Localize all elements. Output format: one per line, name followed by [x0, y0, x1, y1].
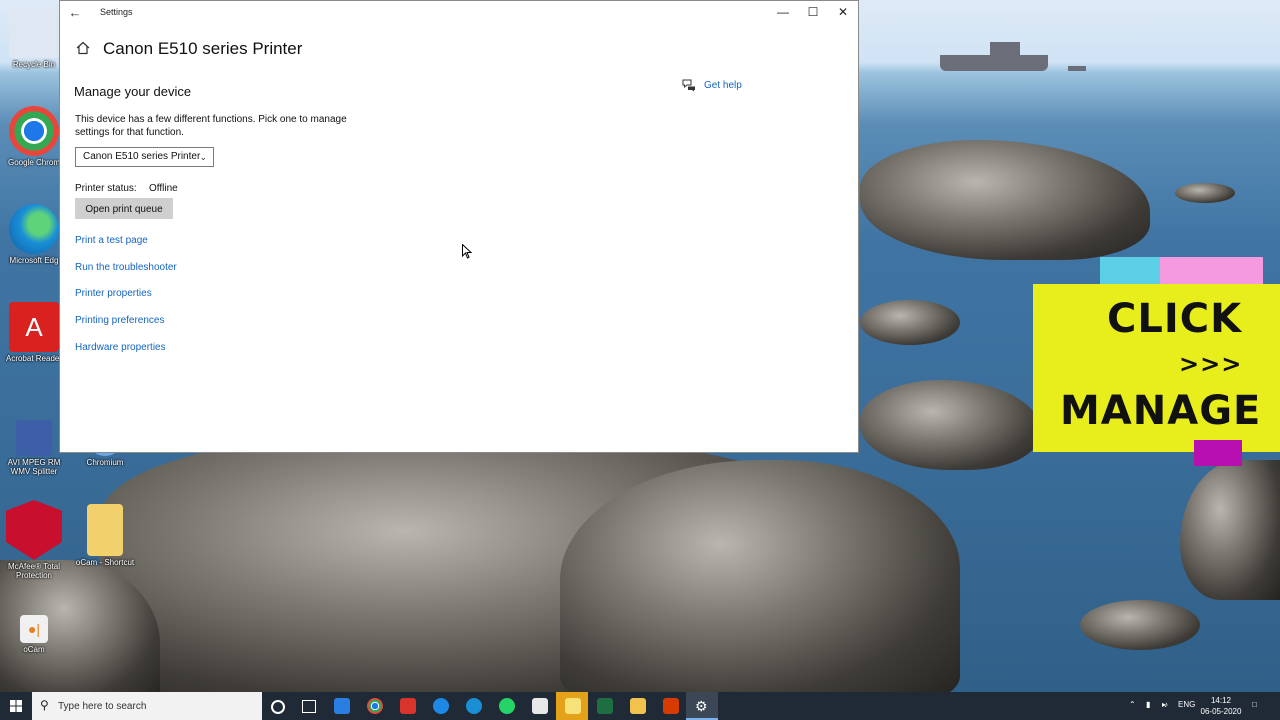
rock-shape	[860, 140, 1150, 260]
desktop-icon-edge[interactable]: Microsoft Edg	[1, 204, 67, 265]
printer-properties-link[interactable]: Printer properties	[75, 288, 152, 299]
device-function-dropdown[interactable]: Canon E510 series Printer ⌄	[75, 147, 214, 167]
settings-taskbar-icon[interactable]: ⚙	[686, 692, 718, 720]
ocam-icon: ●|	[20, 615, 48, 643]
open-print-queue-button[interactable]: Open print queue	[75, 198, 173, 219]
file-explorer-icon[interactable]	[627, 695, 649, 717]
taskbar-clock[interactable]: 14:12 06-05-2020	[1198, 695, 1244, 717]
photos-icon[interactable]	[529, 695, 551, 717]
video-splitter-icon	[16, 420, 52, 456]
office-icon[interactable]	[660, 695, 682, 717]
rock-shape	[1180, 460, 1280, 600]
desktop-icon-splitter[interactable]: AVI MPEG RM WMV Splitter	[1, 420, 67, 476]
desktop-icon-acrobat[interactable]: A Acrobat Reader	[1, 302, 67, 363]
chevron-down-icon: ⌄	[199, 152, 207, 162]
run-troubleshooter-link[interactable]: Run the troubleshooter	[75, 262, 177, 273]
desktop-icon-recycle-bin[interactable]: Recycle Bin	[1, 8, 67, 69]
clock-time: 14:12	[1210, 696, 1232, 705]
whatsapp-icon[interactable]	[496, 695, 518, 717]
mouse-cursor-icon	[462, 244, 472, 259]
search-icon: ⚲	[40, 698, 49, 712]
cortana-icon[interactable]	[266, 695, 288, 717]
banner-line-manage: MANAGE	[1060, 388, 1262, 434]
task-view-icon[interactable]	[298, 695, 320, 717]
printer-status-label: Printer status:	[75, 183, 137, 194]
window-title: Settings	[100, 7, 133, 17]
chrome-taskbar-icon[interactable]	[364, 695, 386, 717]
back-button[interactable]: ←	[64, 3, 86, 23]
rock-shape	[860, 380, 1040, 470]
volume-icon[interactable]: ♪	[1164, 700, 1168, 709]
rock-shape	[860, 300, 960, 345]
ship-shape	[940, 55, 1048, 71]
minimize-button[interactable]: —	[767, 1, 799, 24]
hardware-properties-link[interactable]: Hardware properties	[75, 342, 166, 353]
banner-line-click: CLICK	[1107, 296, 1243, 342]
ship-shape	[1068, 66, 1086, 71]
windows-start-icon[interactable]	[0, 692, 32, 720]
edge-icon	[9, 204, 59, 254]
banner-accent-pink	[1160, 257, 1263, 284]
chrome-icon	[9, 106, 59, 156]
desktop-icon-ocam[interactable]: ●| oCam	[1, 615, 67, 654]
taskbar-search-box[interactable]: ⚲ Type here to search	[32, 692, 262, 720]
notifications-icon[interactable]: □	[1252, 700, 1257, 709]
close-button[interactable]: ✕	[827, 1, 859, 24]
search-placeholder: Type here to search	[58, 701, 147, 712]
printing-preferences-link[interactable]: Printing preferences	[75, 315, 165, 326]
recycle-bin-icon	[9, 8, 59, 58]
section-description: This device has a few different function…	[75, 114, 347, 138]
excel-icon[interactable]	[594, 695, 616, 717]
rock-shape	[1175, 183, 1235, 203]
chat-help-icon	[682, 79, 695, 92]
ie-icon[interactable]	[430, 695, 452, 717]
page-title: Canon E510 series Printer	[103, 39, 303, 58]
title-bar: ← Settings — ☐ ✕	[60, 1, 858, 24]
banner-accent-cyan	[1100, 257, 1160, 284]
click-manage-banner: CLICK >>> MANAGE	[1033, 284, 1280, 452]
acrobat-icon: A	[9, 302, 59, 352]
rock-shape	[560, 460, 960, 692]
banner-line-arrows: >>>	[1179, 350, 1243, 378]
banner-accent-magenta	[1194, 440, 1242, 466]
battery-icon[interactable]: ▮	[1146, 700, 1150, 709]
maximize-button[interactable]: ☐	[797, 1, 829, 24]
ship-shape	[990, 42, 1020, 56]
tray-chevron-up-icon[interactable]: ⌃	[1129, 700, 1136, 709]
sticky-notes-icon[interactable]	[556, 692, 588, 720]
clock-date: 06-05-2020	[1200, 707, 1242, 716]
settings-window: ← Settings — ☐ ✕ Canon E510 series Print…	[59, 0, 859, 453]
store-icon[interactable]	[331, 695, 353, 717]
printer-status-value: Offline	[149, 183, 178, 194]
gift-icon[interactable]	[397, 695, 419, 717]
desktop-icon-mcafee[interactable]: McAfee® Total Protection	[1, 500, 67, 580]
dropdown-selected-value: Canon E510 series Printer	[83, 151, 201, 162]
language-indicator[interactable]: ENG	[1178, 700, 1195, 709]
get-help-link[interactable]: Get help	[704, 80, 742, 91]
home-icon[interactable]	[76, 41, 90, 55]
mcafee-icon	[6, 500, 62, 560]
edge-taskbar-icon[interactable]	[463, 695, 485, 717]
taskbar: ⚲ Type here to search ⚙ ⌃ ▮ ▸ ♪ ENG 14:1…	[0, 692, 1280, 720]
rock-shape	[1080, 600, 1200, 650]
desktop-icon-ocam-shortcut[interactable]: oCam - Shortcut	[72, 504, 138, 567]
section-heading: Manage your device	[74, 84, 192, 99]
desktop-icon-chrome[interactable]: Google Chrom	[1, 106, 67, 167]
print-test-page-link[interactable]: Print a test page	[75, 235, 148, 246]
folder-icon	[87, 504, 123, 556]
